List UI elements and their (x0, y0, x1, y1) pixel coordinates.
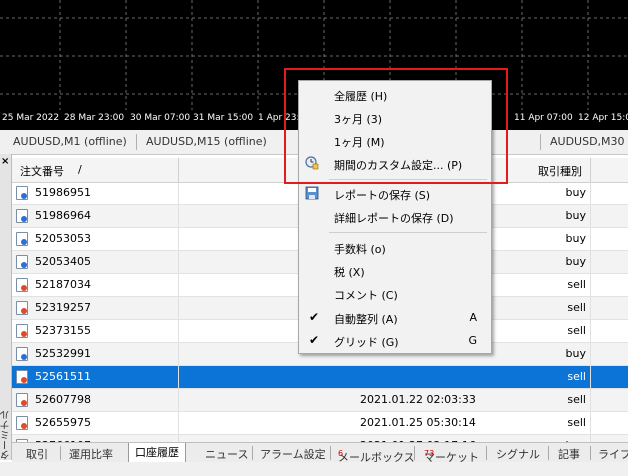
status-bar (0, 462, 628, 476)
order-id: 52373155 (35, 324, 91, 337)
highlight-frame (284, 68, 508, 184)
save-icon (305, 186, 319, 200)
order-icon (16, 278, 28, 292)
order-id: 51986964 (35, 209, 91, 222)
trade-type: sell (567, 324, 586, 337)
column-header-order[interactable]: 注文番号 (20, 163, 64, 179)
menu-item-commission[interactable]: 手数料 (o) (299, 237, 491, 259)
order-icon (16, 301, 28, 315)
time-label: 31 Mar 15:00 (193, 113, 254, 123)
menu-item-save-detailed-report[interactable]: 詳細レポートの保存 (D) (299, 206, 491, 228)
menu-item-label: 税 (X) (334, 266, 365, 279)
sort-indicator: / (78, 163, 82, 176)
table-row[interactable]: 52561511 sell (12, 366, 628, 389)
order-id: 52053405 (35, 255, 91, 268)
order-id: 51986951 (35, 186, 91, 199)
terminal-label: ターミナル (1, 410, 12, 460)
order-icon (16, 347, 28, 361)
market-count-badge: 73 (424, 449, 435, 458)
time-label: 12 Apr 15:00 (578, 113, 628, 123)
menu-shortcut: A (469, 311, 477, 324)
order-icon (16, 370, 28, 384)
order-id: 52532991 (35, 347, 91, 360)
menu-item-label: コメント (C) (334, 289, 398, 302)
menu-item-tax[interactable]: 税 (X) (299, 260, 491, 282)
tab-signals[interactable]: シグナル (496, 446, 540, 462)
order-time: 2021.01.22 02:03:33 (360, 393, 476, 406)
terminal-tabs: 取引 運用比率 口座履歴 ニュース アラーム設定 メールボックス 6 マーケット 7… (12, 442, 628, 463)
order-id: 52187034 (35, 278, 91, 291)
chart-tab[interactable]: AUDUSD,M15 (offline) (146, 135, 267, 148)
time-label: 28 Mar 23:00 (64, 113, 125, 123)
order-icon (16, 232, 28, 246)
chart-tab[interactable]: AUDUSD,M1 (offline) (13, 135, 127, 148)
order-id: 52655975 (35, 416, 91, 429)
menu-item-auto-arrange[interactable]: ✔ 自動整列 (A) A (299, 307, 491, 329)
trade-type: buy (565, 255, 586, 268)
checkmark-icon: ✔ (309, 310, 320, 324)
chart-tab[interactable]: AUDUSD,M30 (offline) (550, 135, 628, 148)
tab-alerts[interactable]: アラーム設定 (260, 446, 326, 462)
table-row[interactable]: 52655975 2021.01.25 05:30:14 sell (12, 412, 628, 435)
order-time: 2021.01.25 05:30:14 (360, 416, 476, 429)
close-icon[interactable]: × (1, 156, 9, 167)
menu-item-comment[interactable]: コメント (C) (299, 283, 491, 305)
order-icon (16, 416, 28, 430)
tab-live[interactable]: ライブ (598, 446, 628, 462)
order-id: 52053053 (35, 232, 91, 245)
order-icon (16, 324, 28, 338)
trade-type: buy (565, 186, 586, 199)
tab-exposure[interactable]: 運用比率 (69, 446, 113, 462)
tab-mailbox-label: メールボックス (338, 451, 415, 463)
trade-type: sell (567, 301, 586, 314)
order-id: 52319257 (35, 301, 91, 314)
menu-shortcut: G (468, 334, 477, 347)
tab-articles[interactable]: 記事 (558, 446, 580, 462)
menu-item-label: 手数料 (o) (334, 243, 386, 256)
menu-item-save-report[interactable]: レポートの保存 (S) (299, 183, 491, 205)
tab-trade[interactable]: 取引 (26, 446, 48, 462)
checkmark-icon: ✔ (309, 333, 320, 347)
trade-type: sell (567, 370, 586, 383)
mailbox-count-badge: 6 (338, 449, 344, 458)
table-row[interactable]: 527661072021.01.27 02:17:16buy (12, 435, 628, 442)
trade-type: sell (567, 393, 586, 406)
tab-account-history[interactable]: 口座履歴 (128, 443, 186, 463)
menu-item-label: 詳細レポートの保存 (D) (334, 212, 454, 225)
trade-type: buy (565, 232, 586, 245)
order-icon (16, 393, 28, 407)
menu-item-label: レポートの保存 (S) (334, 189, 431, 202)
trade-type: buy (565, 209, 586, 222)
time-label: 30 Mar 07:00 (130, 113, 191, 123)
column-header-type[interactable]: 取引種別 (538, 163, 582, 179)
time-label: 25 Mar 2022 (2, 113, 60, 123)
trade-type: buy (565, 347, 586, 360)
order-icon (16, 186, 28, 200)
time-label: 11 Apr 07:00 (514, 113, 573, 123)
trade-type: sell (567, 278, 586, 291)
order-icon (16, 255, 28, 269)
menu-item-grid[interactable]: ✔ グリッド (G) G (299, 330, 491, 352)
order-id: 52561511 (35, 370, 91, 383)
table-row[interactable]: 52607798 2021.01.22 02:03:33 sell (12, 389, 628, 412)
order-icon (16, 209, 28, 223)
tab-news[interactable]: ニュース (205, 446, 248, 462)
menu-item-label: 自動整列 (A) (334, 313, 398, 326)
trade-type: sell (567, 416, 586, 429)
order-id: 52607798 (35, 393, 91, 406)
menu-item-label: グリッド (G) (334, 336, 399, 349)
